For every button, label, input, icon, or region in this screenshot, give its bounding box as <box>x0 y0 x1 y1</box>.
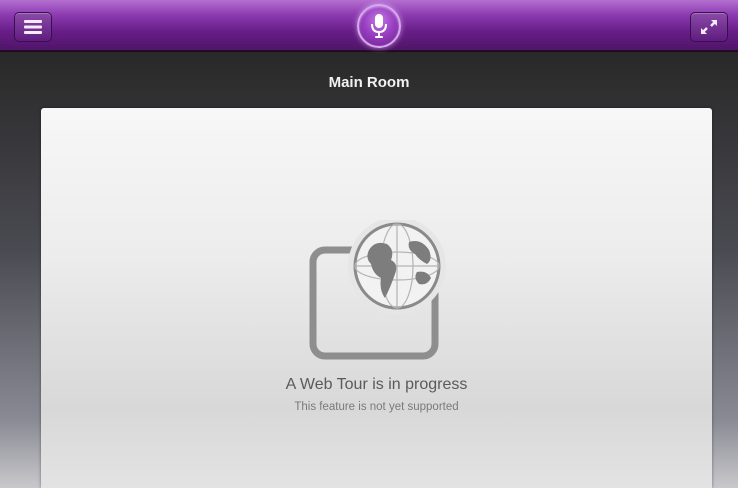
menu-button[interactable] <box>14 12 52 42</box>
top-toolbar <box>0 0 738 51</box>
expand-arrows-icon <box>701 20 717 34</box>
fullscreen-button[interactable] <box>690 12 728 42</box>
hamburger-menu-icon <box>24 20 42 34</box>
web-tour-message: A Web Tour is in progress <box>285 376 468 393</box>
room-title: Main Room <box>328 74 410 91</box>
web-tour-panel: A Web Tour is in progress This feature i… <box>41 108 712 488</box>
microphone-button[interactable] <box>357 4 401 48</box>
microphone-icon <box>371 14 387 38</box>
web-tour-submessage: This feature is not yet supported <box>294 401 459 413</box>
globe-window-icon <box>309 220 446 360</box>
